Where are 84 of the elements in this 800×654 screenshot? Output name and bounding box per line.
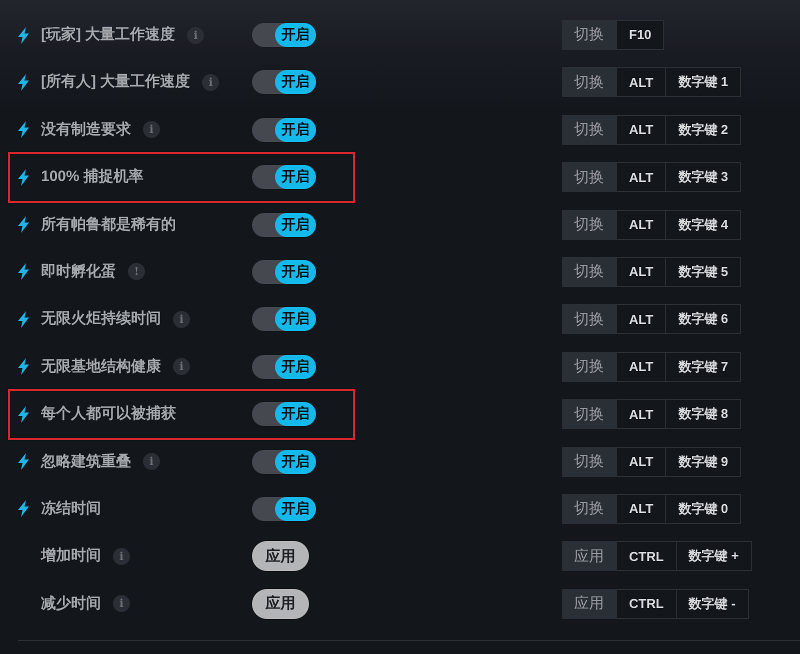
cheat-label: 减少时间 xyxy=(41,594,101,614)
key-cap[interactable]: 数字键 5 xyxy=(665,256,742,287)
cheat-label: 无限基地结构健康 xyxy=(41,356,161,377)
apply-button[interactable]: 应用 xyxy=(252,541,309,572)
key-cap[interactable]: CTRL xyxy=(616,541,677,572)
key-cap[interactable]: ALT xyxy=(616,162,666,192)
hotkey-action-label: 切换 xyxy=(562,114,616,145)
key-cap[interactable]: 数字键 2 xyxy=(665,114,742,145)
key-cap[interactable]: ALT xyxy=(616,399,666,430)
hotkey-action-label: 切换 xyxy=(562,304,616,334)
cheat-label: [所有人] 大量工作速度 xyxy=(41,72,190,92)
key-cap[interactable]: ALT xyxy=(616,256,666,287)
key-cap[interactable]: 数字键 1 xyxy=(665,67,742,98)
apply-button[interactable]: 应用 xyxy=(252,588,309,619)
key-cap[interactable]: ALT xyxy=(616,67,666,98)
cheat-label: 无限火炬持续时间 xyxy=(41,309,161,330)
lightning-icon xyxy=(18,26,29,44)
cheat-label: 每个人都可以被捕获 xyxy=(41,404,176,424)
toggle-switch[interactable]: 开启 xyxy=(252,70,316,94)
lightning-icon xyxy=(18,406,29,423)
key-cap[interactable]: CTRL xyxy=(616,588,677,619)
key-cap[interactable]: 数字键 9 xyxy=(665,446,742,476)
hotkey-action-label: 应用 xyxy=(562,588,616,619)
hotkey-action-label: 切换 xyxy=(562,162,616,192)
lightning-icon xyxy=(18,168,29,186)
toggle-switch[interactable]: 开启 xyxy=(252,354,316,379)
key-cap[interactable]: ALT xyxy=(616,352,666,382)
key-cap[interactable]: 数字键 4 xyxy=(665,210,742,240)
hint-icon: i xyxy=(143,453,160,470)
cheat-label: 增加时间 xyxy=(41,546,101,566)
key-cap[interactable]: ALT xyxy=(616,494,666,524)
lightning-icon xyxy=(18,263,29,280)
hint-icon: i xyxy=(187,26,204,44)
key-cap[interactable]: ALT xyxy=(616,114,666,145)
key-cap[interactable]: 数字键 6 xyxy=(665,304,742,334)
cheat-label: 忽略建筑重叠 xyxy=(41,452,131,472)
toggle-switch[interactable]: 开启 xyxy=(252,260,316,284)
cheat-label: 100% 捕捉机率 xyxy=(41,167,144,188)
key-cap[interactable]: ALT xyxy=(616,304,666,334)
cheat-label: 即时孵化蛋 xyxy=(41,262,116,282)
lightning-icon xyxy=(18,500,29,518)
hint-icon: i xyxy=(173,358,190,376)
hint-icon: i xyxy=(143,121,160,138)
key-cap[interactable]: 数字键 7 xyxy=(665,352,742,382)
hint-icon: i xyxy=(173,310,190,328)
toggle-switch[interactable]: 开启 xyxy=(252,165,316,190)
lightning-icon xyxy=(18,121,29,138)
key-cap[interactable]: ALT xyxy=(616,446,666,476)
cheat-label: 没有制造要求 xyxy=(41,120,131,140)
toggle-switch[interactable]: 开启 xyxy=(252,450,316,474)
lightning-icon xyxy=(18,216,29,234)
toggle-switch[interactable]: 开启 xyxy=(252,118,316,142)
cheat-label: 冻结时间 xyxy=(41,498,101,519)
key-cap[interactable]: 数字键 - xyxy=(676,588,749,619)
hotkey-action-label: 切换 xyxy=(562,352,616,382)
hotkey-action-label: 切换 xyxy=(562,20,616,50)
key-cap[interactable]: 数字键 0 xyxy=(665,494,742,524)
toggle-switch[interactable]: 开启 xyxy=(252,402,316,426)
key-cap[interactable]: 数字键 8 xyxy=(665,399,742,430)
hint-icon: i xyxy=(202,74,220,91)
hotkey-action-label: 切换 xyxy=(562,399,616,430)
hotkey-action-label: 切换 xyxy=(562,256,616,287)
toggle-switch[interactable]: 开启 xyxy=(252,307,316,332)
lightning-icon xyxy=(18,310,29,328)
lightning-icon xyxy=(18,74,29,91)
hint-icon: ! xyxy=(128,263,145,280)
cheat-label: 所有帕鲁都是稀有的 xyxy=(41,214,176,235)
key-cap[interactable]: 数字键 3 xyxy=(665,162,742,192)
hotkey-action-label: 切换 xyxy=(562,210,616,240)
toggle-switch[interactable]: 开启 xyxy=(252,496,316,521)
key-cap[interactable]: 数字键 + xyxy=(676,541,752,572)
hotkey-action-label: 切换 xyxy=(562,67,616,98)
hotkey-action-label: 切换 xyxy=(562,446,616,476)
hotkey-action-label: 应用 xyxy=(562,541,616,572)
key-cap[interactable]: F10 xyxy=(616,20,664,50)
lightning-icon xyxy=(18,358,29,376)
toggle-switch[interactable]: 开启 xyxy=(252,23,316,47)
hotkey-action-label: 切换 xyxy=(562,494,616,524)
key-cap[interactable]: ALT xyxy=(616,210,666,240)
toggle-switch[interactable]: 开启 xyxy=(252,212,316,237)
hint-icon: i xyxy=(113,548,130,565)
cheat-label: [玩家] 大量工作速度 xyxy=(41,25,176,45)
hint-icon: i xyxy=(113,595,130,612)
lightning-icon xyxy=(18,453,29,470)
